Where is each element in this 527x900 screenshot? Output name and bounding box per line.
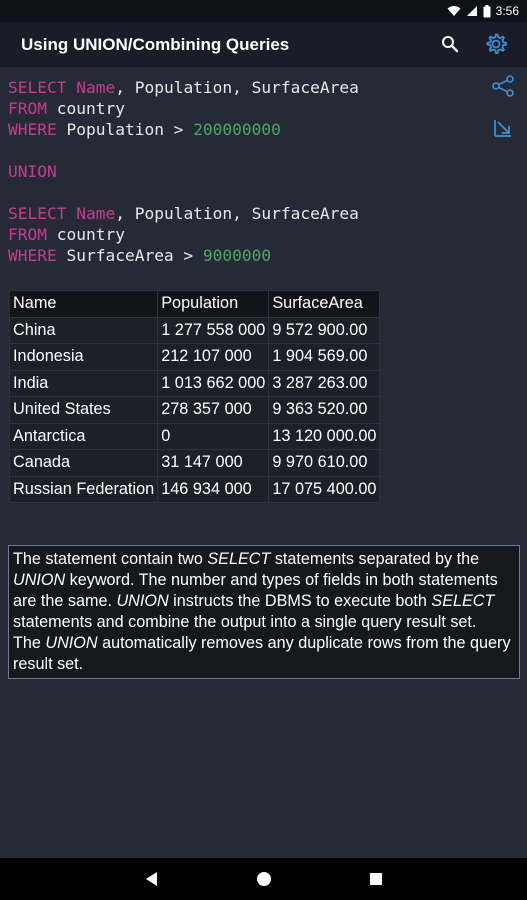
header-population: Population (157, 290, 270, 318)
share-icon (492, 75, 514, 97)
status-time: 3:56 (495, 4, 519, 18)
export-button[interactable] (491, 116, 515, 140)
cell-population: 146 934 000 (157, 475, 270, 503)
cell-population: 1 013 662 000 (157, 369, 270, 397)
cell-name: Indonesia (8, 343, 159, 371)
keyword-where: WHERE (8, 120, 57, 139)
recents-button[interactable] (366, 869, 386, 889)
note-emphasis: UNION (116, 592, 169, 610)
app-bar: Using UNION/Combining Queries (0, 22, 527, 67)
note-text: instructs the DBMS to execute both (168, 592, 432, 610)
keyword-select: SELECT (8, 78, 67, 97)
signal-icon (466, 6, 477, 16)
export-icon (494, 120, 511, 137)
cell-surfacearea: 9 363 520.00 (268, 396, 381, 424)
gear-icon (486, 33, 507, 54)
cell-surfacearea: 17 075 400.00 (268, 475, 381, 503)
note-emphasis: UNION (45, 634, 98, 652)
note-text: statements and combine the output into a… (13, 613, 477, 631)
table-row: Russian Federation 146 934 000 17 075 40… (8, 475, 381, 503)
note-text: statements separated by the (270, 550, 480, 568)
cell-surfacearea: 3 287 263.00 (268, 369, 381, 397)
condition-surface: SurfaceArea > (56, 246, 203, 265)
sql-query: SELECT Name, Population, SurfaceArea FRO… (8, 77, 359, 266)
cell-name: China (8, 316, 159, 344)
table-row: China 1 277 558 000 9 572 900.00 (8, 316, 381, 344)
table-row: United States 278 357 000 9 363 520.00 (8, 396, 381, 424)
columns-rest: , Population, SurfaceArea (115, 78, 359, 97)
table-name-2: country (46, 225, 125, 244)
recents-square-icon (370, 873, 382, 885)
wifi-icon (447, 6, 461, 16)
back-triangle-icon (146, 872, 157, 886)
cell-name: Russian Federation (8, 475, 159, 503)
back-button[interactable] (142, 869, 162, 889)
cell-name: India (8, 369, 159, 397)
header-name: Name (8, 290, 159, 318)
cell-name: Canada (8, 449, 159, 477)
cell-name: Antarctica (8, 422, 159, 450)
table-row: Indonesia 212 107 000 1 904 569.00 (8, 343, 381, 371)
note-emphasis: UNION (13, 571, 66, 589)
cell-population: 278 357 000 (157, 396, 270, 424)
header-surfacearea: SurfaceArea (268, 290, 381, 318)
cell-name: United States (8, 396, 159, 424)
keyword-from-2: FROM (8, 225, 47, 244)
table-row: Antarctica 0 13 120 000.00 (8, 422, 381, 450)
cell-surfacearea: 13 120 000.00 (268, 422, 381, 450)
cell-population: 0 (157, 422, 270, 450)
note-emphasis: SELECT (431, 592, 495, 610)
settings-button[interactable] (481, 29, 511, 59)
column-name-keyword: Name (76, 78, 116, 97)
explanation-note: The statement contain two SELECT stateme… (8, 545, 520, 679)
value-population: 200000000 (193, 120, 281, 139)
column-name-keyword-2: Name (76, 204, 116, 223)
result-table: Name Population SurfaceArea China 1 277 … (8, 290, 381, 503)
home-circle-icon (257, 872, 271, 886)
cell-surfacearea: 9 970 610.00 (268, 449, 381, 477)
cell-surfacearea: 9 572 900.00 (268, 316, 381, 344)
share-button[interactable] (489, 72, 517, 100)
note-text: The statement contain two (13, 550, 208, 568)
note-emphasis: SELECT (207, 550, 271, 568)
condition-population: Population > (56, 120, 194, 139)
battery-icon (483, 4, 491, 17)
home-button[interactable] (254, 869, 274, 889)
table-header-row: Name Population SurfaceArea (8, 290, 381, 318)
cell-population: 1 277 558 000 (157, 316, 270, 344)
search-icon (442, 36, 459, 53)
keyword-union: UNION (8, 162, 57, 181)
cell-surfacearea: 1 904 569.00 (268, 343, 381, 371)
cell-population: 212 107 000 (157, 343, 270, 371)
cell-population: 31 147 000 (157, 449, 270, 477)
search-button[interactable] (436, 30, 464, 58)
status-bar: 3:56 (0, 0, 527, 22)
columns-rest-2: , Population, SurfaceArea (115, 204, 359, 223)
keyword-select-2: SELECT (8, 204, 67, 223)
note-text: The (13, 634, 46, 652)
keyword-where-2: WHERE (8, 246, 57, 265)
page-title: Using UNION/Combining Queries (21, 35, 290, 54)
keyword-from: FROM (8, 99, 47, 118)
table-name: country (46, 99, 125, 118)
table-row: India 1 013 662 000 3 287 263.00 (8, 369, 381, 397)
navigation-bar (0, 858, 527, 900)
value-surface: 9000000 (202, 246, 272, 265)
table-row: Canada 31 147 000 9 970 610.00 (8, 449, 381, 477)
